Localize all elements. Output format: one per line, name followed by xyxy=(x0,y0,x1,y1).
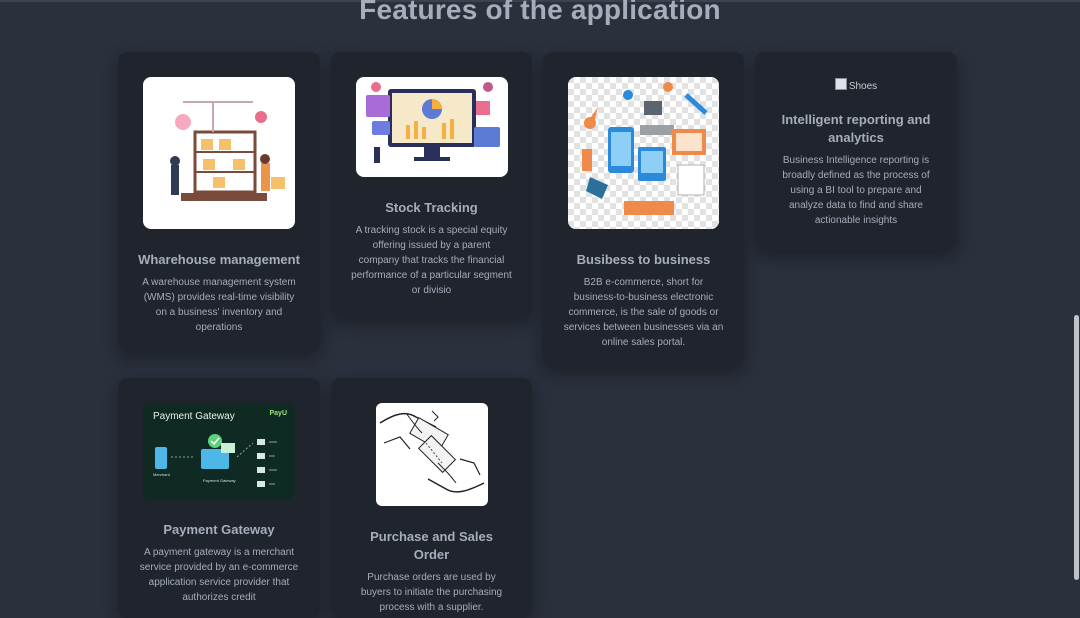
card-title: Payment Gateway xyxy=(163,522,275,537)
card-description: Business Intelligence reporting is broad… xyxy=(782,155,930,226)
warehouse-illustration-icon xyxy=(143,77,295,229)
feature-card-b2b[interactable]: Busibess to business B2B e-commerce, sho… xyxy=(543,52,744,367)
diagram-merchant-label: Merchant xyxy=(153,472,170,477)
card-description: A warehouse management system (WMS) prov… xyxy=(142,277,296,333)
page-title: Features of the application xyxy=(359,0,721,25)
card-title: Wharehouse management xyxy=(138,252,300,267)
card-description: Purchase orders are used by buyers to in… xyxy=(360,572,503,613)
card-title: Intelligent reporting and analytics xyxy=(781,112,931,145)
feature-card-purchase-order[interactable]: Purchase and Sales Order Purchase orders… xyxy=(331,378,532,618)
image-placeholder-icon xyxy=(834,78,847,90)
scrollbar-thumb[interactable] xyxy=(1074,315,1079,580)
ecommerce-illustration-icon xyxy=(568,77,719,229)
broken-image-icon: Shoes xyxy=(775,77,937,97)
feature-card-reporting[interactable]: Shoes Intelligent reporting and analytic… xyxy=(755,52,957,250)
card-title: Busibess to business xyxy=(576,252,711,267)
card-description: B2B e-commerce, short for business-to-bu… xyxy=(563,277,724,348)
payment-gateway-diagram-icon: Payment Gateway PayU Merchant Payment Ga… xyxy=(143,403,295,500)
card-title: Purchase and Sales Order xyxy=(370,529,493,562)
scrollbar[interactable] xyxy=(1072,0,1080,611)
handshake-money-sketch-icon xyxy=(375,403,488,506)
feature-card-stock-tracking[interactable]: Stock Tracking A tracking stock is a spe… xyxy=(331,52,532,317)
diagram-gateway-label: Payment Gateway xyxy=(203,478,236,483)
card-description: A payment gateway is a merchant service … xyxy=(139,547,299,603)
card-description: A tracking stock is a special equity off… xyxy=(351,225,512,296)
feature-card-payment-gateway[interactable]: Payment Gateway PayU Merchant Payment Ga… xyxy=(118,378,320,618)
card-title: Stock Tracking xyxy=(385,200,478,215)
image-alt-text: Shoes xyxy=(848,81,878,92)
feature-card-warehouse[interactable]: Wharehouse management A warehouse manage… xyxy=(118,52,320,352)
stock-dashboard-illustration-icon xyxy=(355,77,508,177)
